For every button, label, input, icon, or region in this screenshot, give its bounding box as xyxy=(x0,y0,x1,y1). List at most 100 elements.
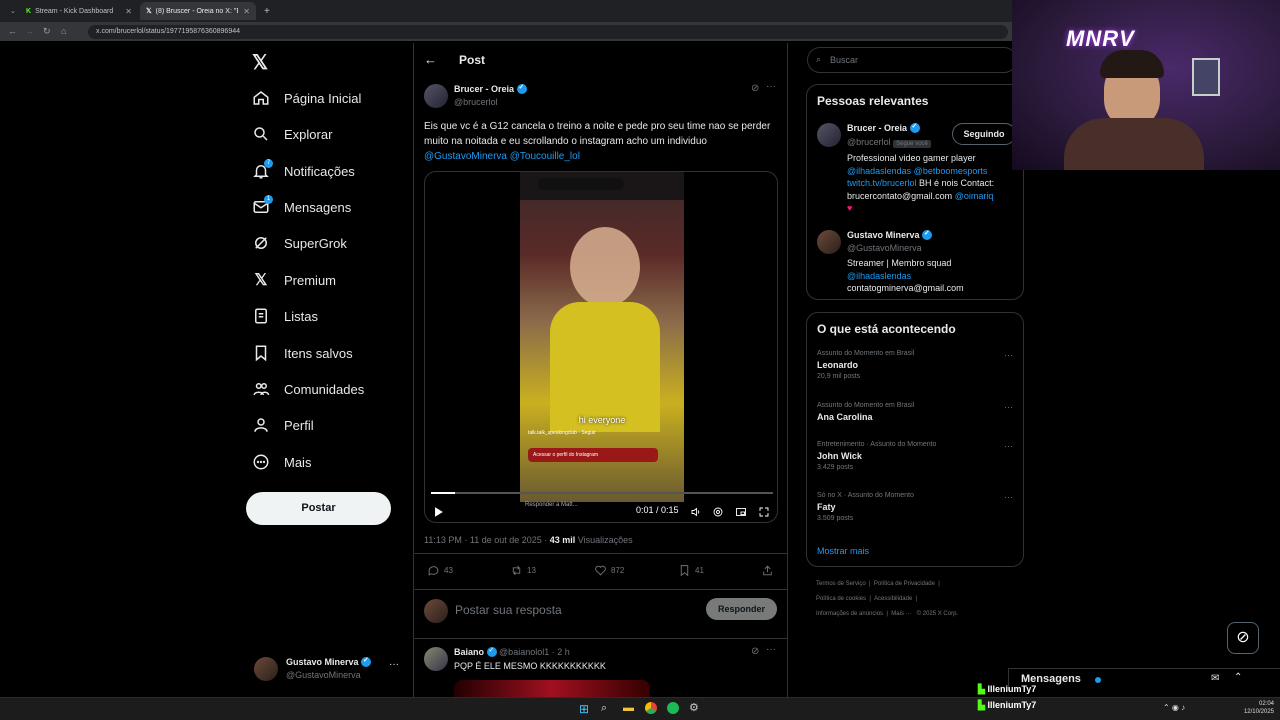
show-more-link[interactable]: Mostrar mais xyxy=(817,546,869,556)
fullscreen-icon[interactable] xyxy=(758,505,770,523)
play-icon[interactable] xyxy=(432,505,444,523)
more-icon[interactable]: ··· xyxy=(766,644,776,655)
clock-date: 12/10/2025 xyxy=(1243,709,1274,715)
tab-kick-dashboard[interactable]: K Stream - Kick Dashboard ✕ xyxy=(20,2,138,20)
trend-item[interactable]: Assunto do Momento em Brasil Ana Carolina xyxy=(817,402,914,422)
reply-avatar[interactable] xyxy=(424,647,448,671)
nav-item-more[interactable]: Mais xyxy=(252,453,311,471)
x-logo-icon[interactable]: 𝕏 xyxy=(252,50,268,75)
video-progress-track[interactable] xyxy=(431,492,773,494)
back-arrow-icon[interactable]: ← xyxy=(424,52,437,67)
share-action[interactable] xyxy=(761,564,774,577)
reply-input[interactable]: Postar sua resposta xyxy=(455,603,562,617)
reply-count: 43 xyxy=(444,566,453,575)
person-name-row[interactable]: Brucer - Oreia xyxy=(847,122,920,134)
nav-item-bookmarks[interactable]: Itens salvos xyxy=(252,344,353,362)
search-icon[interactable]: ⌕ xyxy=(601,702,607,715)
like-action[interactable]: 872 xyxy=(594,564,624,577)
grok-icon[interactable]: ⊘ xyxy=(751,83,759,94)
trend-item[interactable]: Assunto do Momento em Brasil Leonardo 20,9… xyxy=(817,350,914,380)
settings-gear-icon[interactable] xyxy=(712,505,724,523)
footer-link[interactable]: Acessibilidade xyxy=(874,596,912,602)
person-bio: Professional video gamer player @ilhadas… xyxy=(847,152,1019,215)
card-title: Pessoas relevantes xyxy=(817,94,929,108)
nav-label: Explorar xyxy=(284,126,333,142)
trend-item[interactable]: Entretenimento · Assunto do Momento John … xyxy=(817,441,936,471)
bio-link[interactable]: @ilhadaslendas xyxy=(847,271,911,281)
nav-item-home[interactable]: Página Inicial xyxy=(252,89,361,107)
reply-action[interactable]: 43 xyxy=(427,564,453,577)
new-tab-button[interactable]: + xyxy=(258,2,272,20)
nav-item-notifications[interactable]: 7 Notificações xyxy=(252,159,355,180)
chrome-icon[interactable] xyxy=(645,702,657,714)
person-name-row[interactable]: Gustavo Minerva xyxy=(847,229,933,241)
file-explorer-icon[interactable]: ▬ xyxy=(623,702,634,714)
more-icon[interactable]: ··· xyxy=(1004,441,1013,451)
back-icon[interactable]: ← xyxy=(8,26,17,36)
nav-item-lists[interactable]: Listas xyxy=(252,307,318,325)
account-switcher[interactable]: Gustavo Minerva @GustavoMinerva ··· xyxy=(254,655,404,685)
grok-floating-button[interactable]: ⊘ xyxy=(1227,622,1259,654)
home-icon[interactable]: ⌂ xyxy=(61,26,66,36)
more-icon[interactable]: ··· xyxy=(766,81,776,92)
more-icon[interactable]: ··· xyxy=(1004,402,1013,412)
author-avatar[interactable] xyxy=(424,84,448,108)
more-icon[interactable]: ··· xyxy=(1004,350,1013,360)
author-name-row[interactable]: Brucer - Oreia xyxy=(454,83,527,95)
heart-icon: ♥ xyxy=(847,203,853,213)
reply-button[interactable]: Responder xyxy=(706,598,777,620)
repost-icon xyxy=(512,565,521,576)
more-icon[interactable]: ··· xyxy=(1004,492,1013,502)
verified-icon xyxy=(361,656,372,667)
trend-item[interactable]: Só no X · Assunto do Momento Faty 3.509 po… xyxy=(817,492,914,522)
compose-message-icon[interactable]: ✉ xyxy=(1211,673,1219,684)
footer-link[interactable]: Informações de anúncios xyxy=(816,611,883,617)
chat-line: ▙ IlleniumTy7 xyxy=(978,700,1036,711)
settings-gear-icon[interactable]: ⚙ xyxy=(689,701,699,714)
volume-icon[interactable] xyxy=(690,505,702,523)
reply-author-row[interactable]: Baiano @baianolol1 · 2 h xyxy=(454,646,570,658)
more-circle-icon xyxy=(252,453,270,471)
search-input[interactable]: ⌕ Buscar xyxy=(807,47,1017,73)
author-handle[interactable]: @brucerlol xyxy=(454,97,498,107)
nav-item-messages[interactable]: 1 Mensagens xyxy=(252,195,351,216)
close-icon[interactable]: ✕ xyxy=(243,7,250,16)
person-avatar[interactable] xyxy=(817,230,841,254)
footer-link[interactable]: Termos de Serviço xyxy=(816,581,866,587)
bookmark-action[interactable]: 41 xyxy=(678,564,704,577)
footer-link[interactable]: Política de cookies xyxy=(816,596,866,602)
nav-item-explore[interactable]: Explorar xyxy=(252,125,332,143)
video-player[interactable]: hi everyone talk.talk_speakingclub · Seg… xyxy=(424,171,778,523)
post-button[interactable]: Postar xyxy=(246,492,391,525)
post-timestamp[interactable]: 11:13 PM · 11 de out de 2025 xyxy=(424,535,542,545)
nav-item-premium[interactable]: 𝕏 Premium xyxy=(252,271,336,289)
more-icon[interactable]: ··· xyxy=(389,659,399,670)
footer-link[interactable]: Política de Privacidade xyxy=(874,581,935,587)
spotify-icon[interactable] xyxy=(667,702,679,714)
picture-in-picture-icon[interactable] xyxy=(735,505,747,523)
grok-icon[interactable]: ⊘ xyxy=(751,646,759,657)
bio-link[interactable]: @oimariq xyxy=(955,191,994,201)
nav-item-supergrok[interactable]: SuperGrok xyxy=(252,234,347,252)
post-mentions[interactable]: @GustavoMinerva @Toucouille_lol xyxy=(424,151,580,162)
tab-x-post[interactable]: 𝕏 (8) Bruscer - Oreia no X: "Eis que... … xyxy=(140,2,256,20)
messages-drawer[interactable]: Mensagens ✉ ⌃ xyxy=(1008,668,1280,690)
windows-start-icon[interactable]: ⊞ xyxy=(579,702,589,716)
expand-icon[interactable]: ⌃ xyxy=(1234,672,1242,683)
bio-links[interactable]: @ilhadaslendas @betboomesports xyxy=(847,166,987,176)
tab-list-button[interactable]: ⌄ xyxy=(4,2,18,20)
repost-action[interactable]: 13 xyxy=(510,564,536,577)
url-field[interactable]: x.com/brucerlol/status/19771958763608969… xyxy=(88,25,1008,39)
verified-icon xyxy=(516,83,527,94)
following-button[interactable]: Seguindo xyxy=(952,123,1016,145)
tray-icons[interactable]: ⌃ ◉ ♪ xyxy=(1163,703,1185,712)
footer-link[interactable]: Mais ··· xyxy=(891,611,911,617)
bio-link[interactable]: twitch.tv/brucerlol xyxy=(847,178,917,188)
close-icon[interactable]: ✕ xyxy=(125,7,132,16)
reload-icon[interactable]: ↻ xyxy=(43,26,51,37)
clock[interactable]: 02:04 12/10/2025 xyxy=(1240,700,1274,716)
forward-icon[interactable]: → xyxy=(25,26,34,36)
person-avatar[interactable] xyxy=(817,123,841,147)
nav-item-profile[interactable]: Perfil xyxy=(252,416,314,434)
nav-item-communities[interactable]: Comunidades xyxy=(252,380,364,398)
